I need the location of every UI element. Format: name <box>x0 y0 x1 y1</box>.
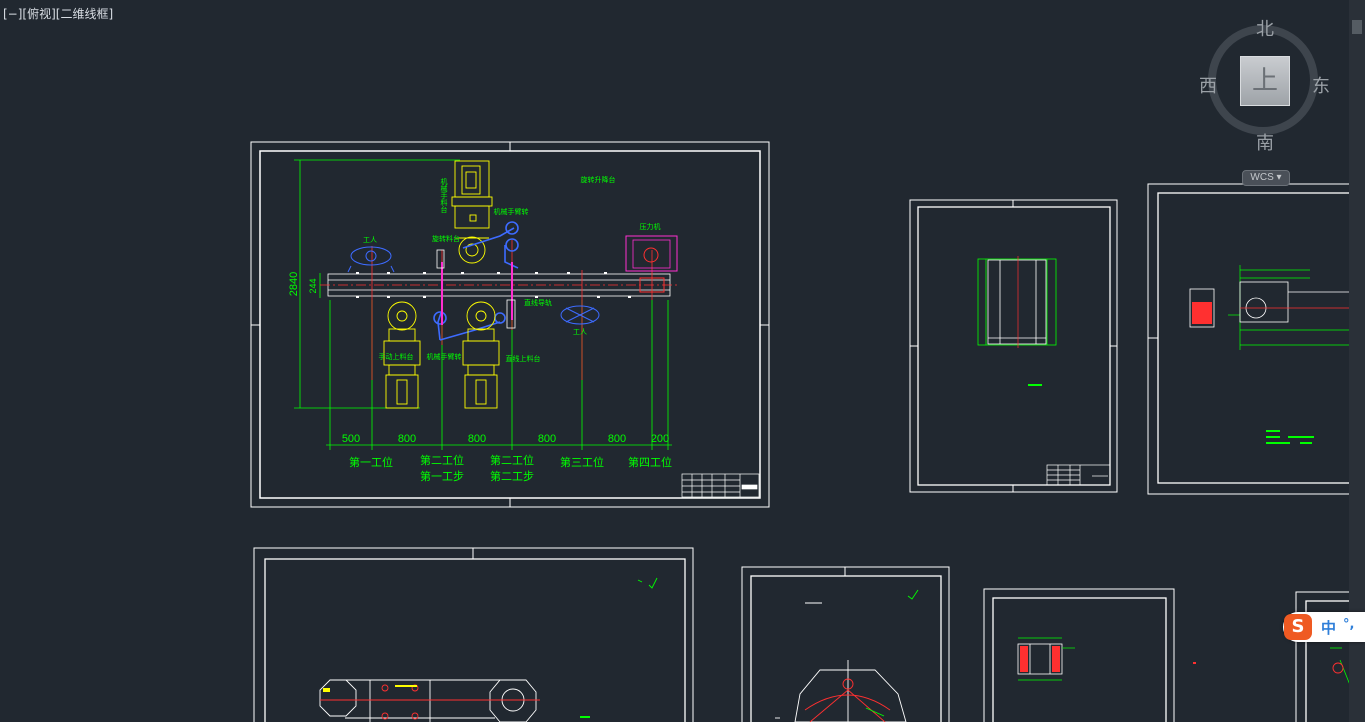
dim-height: 2840 <box>288 272 300 296</box>
title-block <box>681 473 760 498</box>
compass-west[interactable]: 西 <box>1199 72 1217 98</box>
dim-bottom-1: 800 <box>398 433 416 445</box>
drawing-sheet-4 <box>253 547 694 722</box>
material-table-right <box>462 301 500 409</box>
dim-bottom-2: 800 <box>468 433 486 445</box>
viewcube-top-face[interactable]: 上 <box>1240 56 1290 106</box>
viewport-controls-label: [−][俯视][二维线框] <box>3 5 113 22</box>
worker-right-label: 工人 <box>573 328 587 336</box>
main-drawing-sheet: 2840 244 500 800 800 800 800 200 第一工位 第二… <box>250 141 770 508</box>
step-label-1: 第二工步 <box>490 469 534 483</box>
robot-top-label: 机械手臂转 <box>494 207 529 216</box>
viewport-visual-style-control[interactable]: [二维线框] <box>56 7 113 21</box>
dim-bottom-3: 800 <box>538 433 556 445</box>
top-note: 旋转升降台 <box>581 175 616 184</box>
station-label-2: 第二工位 <box>490 453 534 467</box>
viewcube[interactable]: 上 北 南 东 西 WCS ▾ <box>1196 15 1336 190</box>
vertical-text: 机械手料台 <box>440 177 448 214</box>
worker-left-label: 工人 <box>363 236 377 244</box>
wcs-label: WCS <box>1250 172 1274 183</box>
dim-small: 244 <box>308 278 318 293</box>
viewport-view-control[interactable]: [俯视] <box>22 7 55 21</box>
viewport-menu-control[interactable]: [−] <box>3 7 22 21</box>
station-label-1: 第二工位 <box>420 453 464 467</box>
dimension-lines <box>294 159 672 450</box>
robot-bottom-label: 机械手臂转 <box>427 352 462 361</box>
drawing-sheet-3 <box>1147 183 1365 495</box>
drawing-canvas[interactable]: 2840 244 500 800 800 800 800 200 第一工位 第二… <box>0 0 1365 722</box>
chevron-down-icon: ▾ <box>1276 172 1282 183</box>
station-label-4: 第四工位 <box>628 455 672 469</box>
ime-punctuation-toggle[interactable]: °, <box>1343 617 1354 632</box>
rail-note: 直线导轨 <box>524 298 552 307</box>
ime-toolbar[interactable]: S 中 °, <box>1283 612 1365 642</box>
press-label: 压力机 <box>640 222 661 231</box>
worker-right <box>560 305 600 325</box>
ime-mode-toggle[interactable]: 中 <box>1321 617 1336 638</box>
drawing-sheet-6 <box>983 588 1196 722</box>
station-label-0: 第一工位 <box>349 455 393 469</box>
drawing-sheet-2 <box>909 199 1118 493</box>
material-left-label: 手动上料台 <box>379 352 414 361</box>
compass-east[interactable]: 东 <box>1312 72 1330 98</box>
sogou-ime-logo-icon[interactable]: S <box>1284 614 1312 640</box>
compass-north[interactable]: 北 <box>1256 15 1274 41</box>
compass-south[interactable]: 南 <box>1256 129 1274 155</box>
wcs-menu-button[interactable]: WCS ▾ <box>1242 170 1290 186</box>
step-label-0: 第一工步 <box>420 469 464 483</box>
dim-bottom-5: 200 <box>651 433 669 445</box>
worker-left <box>347 246 395 273</box>
feeder-label: 旋转料台 <box>432 234 460 243</box>
dim-bottom-0: 500 <box>342 433 360 445</box>
dim-bottom-4: 800 <box>608 433 626 445</box>
station-label-3: 第三工位 <box>560 455 604 469</box>
material-table-top <box>451 160 493 264</box>
scrollbar-thumb[interactable] <box>1352 20 1362 34</box>
drawing-sheet-5 <box>741 566 950 722</box>
press-machine <box>625 235 678 293</box>
material-right-label: 直线上料台 <box>506 354 541 363</box>
